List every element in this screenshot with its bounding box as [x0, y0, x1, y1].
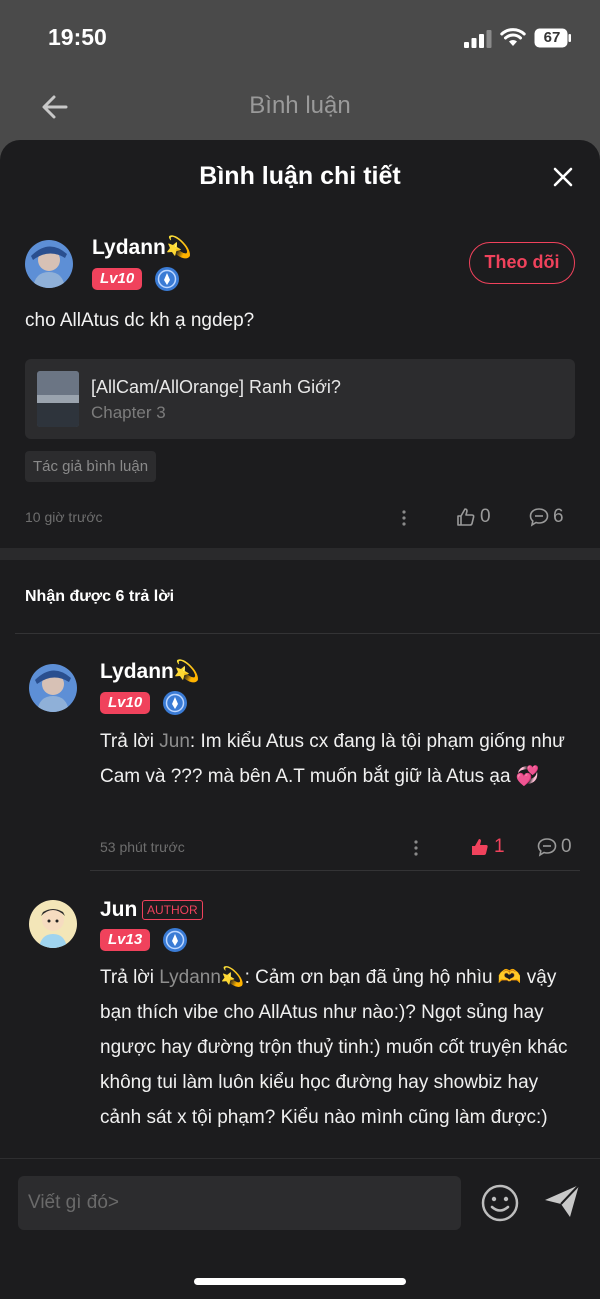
rank-badge-icon — [155, 267, 179, 291]
reply-prefix: Trả lời — [100, 967, 160, 988]
story-thumbnail — [37, 371, 79, 427]
status-time: 19:50 — [48, 24, 107, 50]
rank-badge-icon — [163, 928, 187, 952]
reply-to-user[interactable]: Jun — [159, 731, 190, 752]
replies-count: Nhận được 6 trả lời — [25, 588, 175, 605]
author-comment-tag: Tác giả bình luận — [25, 451, 157, 482]
comment-input[interactable]: Viết gì đó> — [18, 1176, 461, 1230]
chat-bubble-icon — [537, 838, 557, 857]
section-divider — [0, 548, 600, 560]
reply-text: Trả lời Jun: Im kiểu Atus cx đang là tội… — [100, 724, 580, 794]
battery-level: 67 — [543, 29, 561, 46]
like-button[interactable]: 1 — [470, 836, 505, 858]
reply-button[interactable]: 0 — [537, 836, 572, 858]
follow-button[interactable]: Theo dõi — [469, 242, 575, 284]
divider — [15, 633, 600, 634]
reply-prefix: Trả lời — [100, 731, 160, 752]
status-bar: 19:50 67 — [0, 0, 600, 78]
level-badge: Lv10 — [100, 692, 151, 714]
reply-time: 53 phút trước — [100, 839, 185, 855]
reply-username[interactable]: Jun — [100, 898, 137, 922]
story-chapter: Chapter 3 — [91, 403, 166, 422]
thumbs-up-icon — [457, 508, 475, 526]
emoji-icon[interactable] — [480, 1183, 520, 1223]
like-button[interactable]: 0 — [456, 506, 491, 528]
like-count: 0 — [480, 506, 491, 527]
level-badge: Lv13 — [100, 929, 151, 951]
like-count: 1 — [494, 836, 505, 857]
comment-input-bar: Viết gì đó> — [0, 1158, 600, 1299]
comment-detail-sheet: Bình luận chi tiết Lydann💫 Lv10 Theo dõi… — [0, 140, 600, 1299]
level-badge: Lv10 — [92, 268, 143, 290]
background-header: Bình luận — [0, 78, 600, 140]
more-options-icon[interactable] — [401, 509, 407, 527]
reply-body: : Cảm ơn bạn đã ủng hộ nhìu 🫶 vậy bạn th… — [100, 967, 568, 1128]
chat-bubble-icon — [529, 508, 549, 527]
reply-count: 6 — [553, 506, 564, 527]
avatar[interactable] — [25, 240, 73, 288]
reply-to-user[interactable]: Lydann💫 — [159, 967, 244, 988]
divider — [90, 870, 580, 871]
rank-badge-icon — [163, 691, 187, 715]
background-title: Bình luận — [249, 92, 351, 119]
reply-username[interactable]: Lydann💫 — [100, 660, 200, 684]
reply-count: 0 — [561, 836, 572, 857]
sheet-title: Bình luận chi tiết — [199, 162, 401, 190]
author-badge: AUTHOR — [142, 900, 203, 920]
home-indicator — [194, 1278, 406, 1285]
story-card[interactable]: [AllCam/AllOrange] Ranh Giới? Chapter 3 — [25, 359, 575, 439]
comment-text: cho AllAtus dc kh ạ ngdep? — [25, 310, 255, 331]
wifi-icon — [500, 28, 526, 46]
cellular-signal-icon — [464, 30, 492, 48]
reply-text: Trả lời Lydann💫: Cảm ơn bạn đã ủng hộ nh… — [100, 960, 580, 1158]
comment-username[interactable]: Lydann💫 — [92, 236, 192, 260]
avatar[interactable] — [29, 900, 77, 948]
close-icon[interactable] — [552, 166, 574, 188]
send-icon[interactable] — [542, 1181, 582, 1221]
avatar[interactable] — [29, 664, 77, 712]
comment-time: 10 giờ trước — [25, 509, 103, 525]
thumbs-up-filled-icon — [472, 839, 488, 855]
reply-button[interactable]: 6 — [529, 506, 564, 528]
more-options-icon[interactable] — [413, 839, 419, 857]
story-title: [AllCam/AllOrange] Ranh Giới? — [91, 377, 341, 397]
